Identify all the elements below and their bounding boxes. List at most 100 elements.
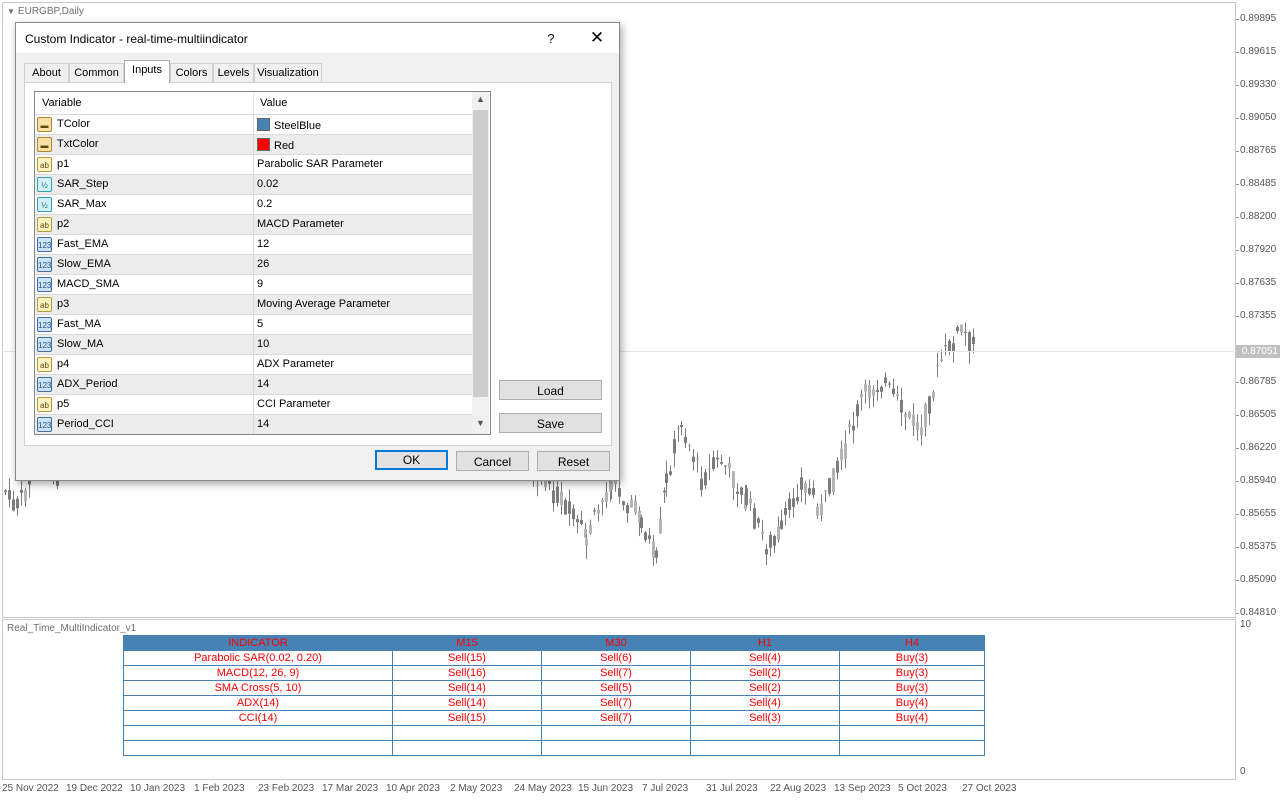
candle-body bbox=[626, 505, 629, 514]
value-text: 12 bbox=[257, 238, 270, 250]
reset-button[interactable]: Reset bbox=[537, 451, 610, 471]
help-button[interactable]: ? bbox=[536, 28, 566, 50]
value-text: Red bbox=[274, 140, 295, 152]
grid-row-period-cci[interactable]: 123 Period_CCI 14 bbox=[35, 414, 472, 434]
tab-inputs[interactable]: Inputs bbox=[124, 60, 170, 83]
tab-about[interactable]: About bbox=[24, 63, 69, 82]
grid-row-adx-period[interactable]: 123 ADX_Period 14 bbox=[35, 374, 472, 395]
candle-body bbox=[757, 518, 760, 523]
time-label: 23 Feb 2023 bbox=[258, 783, 315, 794]
price-label: 0.89895 bbox=[1240, 13, 1277, 24]
time-label: 25 Nov 2022 bbox=[2, 783, 59, 794]
price-label: 0.85090 bbox=[1240, 574, 1277, 585]
value-text: MACD Parameter bbox=[257, 218, 344, 230]
grid-row-tcolor[interactable]: ▬ TColor SteelBlue bbox=[35, 114, 472, 135]
value-text: 14 bbox=[257, 378, 270, 390]
signal-column-header: INDICATOR bbox=[123, 635, 393, 651]
price-tick bbox=[1236, 481, 1239, 482]
scroll-down-arrow-icon[interactable]: ▼ bbox=[472, 418, 489, 432]
custom-indicator-dialog: Custom Indicator - real-time-multiindica… bbox=[15, 22, 620, 481]
variable-value[interactable]: 0.2 bbox=[257, 198, 272, 210]
grid-row-fast-ema[interactable]: 123 Fast_EMA 12 bbox=[35, 234, 472, 255]
candle-body bbox=[816, 506, 819, 516]
column-variable-header[interactable]: Variable bbox=[42, 97, 82, 109]
grid-row-slow-ma[interactable]: 123 Slow_MA 10 bbox=[35, 334, 472, 355]
variable-value[interactable]: Parabolic SAR Parameter bbox=[257, 158, 383, 170]
price-label: 0.88485 bbox=[1240, 178, 1277, 189]
column-value-header[interactable]: Value bbox=[260, 97, 287, 109]
candle-body bbox=[696, 458, 699, 460]
cell-divider bbox=[253, 175, 254, 195]
candle-body bbox=[652, 541, 655, 558]
dialog-titlebar[interactable]: Custom Indicator - real-time-multiindica… bbox=[16, 23, 619, 53]
time-label: 10 Jan 2023 bbox=[130, 783, 186, 794]
cell-divider bbox=[253, 315, 254, 335]
variable-value[interactable]: SteelBlue bbox=[257, 118, 321, 132]
grid-scrollbar[interactable]: ▲ ▼ bbox=[472, 92, 489, 434]
variable-name: ADX_Period bbox=[57, 378, 118, 390]
candle-body bbox=[960, 324, 963, 333]
candle-body bbox=[888, 383, 891, 385]
cancel-button[interactable]: Cancel bbox=[456, 451, 529, 471]
color-swatch bbox=[257, 118, 270, 131]
save-button[interactable]: Save bbox=[499, 413, 602, 433]
signal-table-header: INDICATOR M15 M30 H1 H4 bbox=[123, 635, 985, 651]
grid-row-p3[interactable]: ab p3 Moving Average Parameter bbox=[35, 294, 472, 315]
variable-value[interactable]: MACD Parameter bbox=[257, 218, 344, 230]
scroll-up-arrow-icon[interactable]: ▲ bbox=[472, 94, 489, 108]
cell-divider bbox=[253, 235, 254, 255]
grid-row-p1[interactable]: ab p1 Parabolic SAR Parameter bbox=[35, 154, 472, 175]
load-button[interactable]: Load bbox=[499, 380, 602, 400]
signal-cell bbox=[123, 740, 393, 756]
variable-value[interactable]: ADX Parameter bbox=[257, 358, 334, 370]
grid-row-macd-sma[interactable]: 123 MACD_SMA 9 bbox=[35, 274, 472, 295]
grid-row-sar-step[interactable]: ½ SAR_Step 0.02 bbox=[35, 174, 472, 195]
candle-body bbox=[589, 524, 592, 534]
grid-row-slow-ema[interactable]: 123 Slow_EMA 26 bbox=[35, 254, 472, 275]
candle-body bbox=[712, 457, 715, 469]
grid-row-p5[interactable]: ab p5 CCI Parameter bbox=[35, 394, 472, 415]
variable-value[interactable]: 10 bbox=[257, 338, 269, 350]
grid-row-sar-max[interactable]: ½ SAR_Max 0.2 bbox=[35, 194, 472, 215]
variable-value[interactable]: Red bbox=[257, 138, 294, 152]
variable-value[interactable]: CCI Parameter bbox=[257, 398, 330, 410]
ok-button[interactable]: OK bbox=[375, 450, 448, 470]
variable-value[interactable]: 14 bbox=[257, 418, 269, 430]
price-tick bbox=[1236, 184, 1239, 185]
price-tick bbox=[1236, 580, 1239, 581]
signal-cell: Sell(7) bbox=[541, 695, 691, 711]
variable-value[interactable]: 0.02 bbox=[257, 178, 278, 190]
tab-visualization[interactable]: Visualization bbox=[254, 63, 322, 82]
tab-levels[interactable]: Levels bbox=[213, 63, 254, 82]
variable-value[interactable]: 5 bbox=[257, 318, 263, 330]
grid-row-fast-ma[interactable]: 123 Fast_MA 5 bbox=[35, 314, 472, 335]
candle-body bbox=[777, 526, 780, 540]
variable-value[interactable]: 9 bbox=[257, 278, 263, 290]
table-row bbox=[123, 740, 985, 756]
candle-body bbox=[630, 499, 633, 508]
column-divider[interactable] bbox=[253, 92, 254, 114]
grid-row-txtcolor[interactable]: ▬ TxtColor Red bbox=[35, 134, 472, 155]
price-label: 0.86505 bbox=[1240, 409, 1277, 420]
variable-value[interactable]: 12 bbox=[257, 238, 269, 250]
subwindow-axis-max: 10 bbox=[1240, 619, 1252, 630]
candle-body bbox=[761, 531, 764, 534]
variable-value[interactable]: 26 bbox=[257, 258, 269, 270]
value-text: 5 bbox=[257, 318, 264, 330]
scrollbar-thumb[interactable] bbox=[473, 110, 488, 397]
inputs-grid[interactable]: Variable Value ▬ TColor SteelBlue ▬ TxtColor… bbox=[34, 91, 491, 435]
variable-value[interactable]: 14 bbox=[257, 378, 269, 390]
signal-cell: CCI(14) bbox=[123, 710, 393, 726]
grid-row-p2[interactable]: ab p2 MACD Parameter bbox=[35, 214, 472, 235]
candle-body bbox=[736, 491, 739, 494]
price-axis[interactable]: 0.89895 0.89615 0.89330 0.89050 0.88765 0.884… bbox=[1236, 0, 1280, 780]
time-axis[interactable]: 25 Nov 2022 19 Dec 2022 10 Jan 2023 1 Feb 2… bbox=[0, 780, 1236, 800]
candle-body bbox=[840, 448, 843, 460]
close-icon[interactable]: ✕ bbox=[582, 27, 612, 49]
tab-common[interactable]: Common bbox=[69, 63, 124, 82]
tab-colors[interactable]: Colors bbox=[170, 63, 213, 82]
candle-body bbox=[824, 490, 827, 492]
time-label: 27 Oct 2023 bbox=[962, 783, 1017, 794]
variable-value[interactable]: Moving Average Parameter bbox=[257, 298, 390, 310]
grid-row-p4[interactable]: ab p4 ADX Parameter bbox=[35, 354, 472, 375]
